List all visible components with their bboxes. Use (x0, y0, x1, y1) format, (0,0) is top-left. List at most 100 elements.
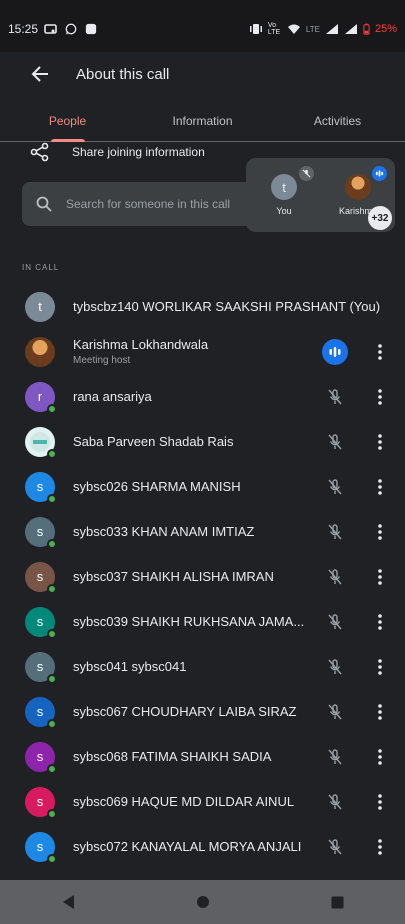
online-indicator (47, 538, 57, 549)
nav-recents-icon (331, 896, 344, 908)
nav-back-button[interactable] (48, 882, 88, 922)
participant-name: Karishma Lokhandwala (73, 337, 209, 352)
avatar: s (25, 651, 57, 684)
status-bar: 15:25 Vo LTE LTE 25% (0, 0, 405, 58)
mic-off-icon[interactable] (322, 609, 348, 635)
mic-off-icon[interactable] (322, 474, 348, 500)
nav-home-button[interactable] (183, 882, 223, 922)
online-indicator (47, 628, 57, 639)
nav-home-icon (196, 896, 209, 908)
search-icon (36, 196, 52, 212)
participant-row[interactable]: s sybsc067 CHOUDHARY LAIBA SIRAZ (0, 689, 405, 734)
mic-off-icon[interactable] (322, 654, 348, 680)
more-options-icon[interactable] (370, 384, 390, 410)
participant-row[interactable]: s sybsc033 KHAN ANAM IMTIAZ (0, 509, 405, 554)
participant-name: sybsc026 SHARMA MANISH (73, 479, 241, 494)
mic-off-icon[interactable] (322, 744, 348, 770)
participant-name: sybsc041 sybsc041 (73, 659, 187, 674)
mic-off-icon[interactable] (322, 699, 348, 725)
participant-row[interactable]: s sybsc039 SHAIKH RUKHSANA JAMA... (0, 599, 405, 644)
more-options-icon[interactable] (370, 609, 390, 635)
status-time: 15:25 (8, 22, 39, 36)
search-input[interactable] (66, 197, 246, 211)
cast-icon (44, 24, 57, 34)
back-button[interactable] (20, 54, 60, 94)
avatar: s (25, 696, 57, 729)
pip-avatar-you: t (271, 174, 297, 200)
avatar: s (25, 471, 57, 504)
battery-icon (363, 23, 370, 35)
more-options-icon[interactable] (370, 699, 390, 725)
vibrate-icon (249, 24, 262, 34)
mic-off-icon[interactable] (322, 519, 348, 545)
participant-row[interactable]: s sybsc072 KANAYALAL MORYA ANJALI (0, 824, 405, 869)
online-indicator (47, 493, 57, 504)
participant-name: sybsc037 SHAIKH ALISHA IMRAN (73, 569, 274, 584)
signal-icon (325, 24, 338, 34)
more-options-icon[interactable] (370, 429, 390, 455)
picture-in-picture-window[interactable]: t You Karishma +32 (246, 158, 395, 232)
nav-recents-button[interactable] (318, 882, 358, 922)
more-options-icon[interactable] (370, 564, 390, 590)
avatar: s (25, 741, 57, 774)
share-joining-info-label: Share joining information (72, 145, 205, 159)
page-title: About this call (76, 65, 170, 83)
more-options-icon[interactable] (370, 474, 390, 500)
avatar: s (25, 516, 57, 549)
volte-indicator: Vo LTE (267, 22, 281, 36)
participant-row[interactable]: Karishma Lokhandwala Meeting host (0, 329, 405, 374)
online-indicator (47, 583, 57, 594)
nav-back-icon (62, 895, 74, 909)
avatar: s (25, 606, 57, 639)
more-options-icon[interactable] (370, 339, 390, 365)
whatsapp-icon (65, 23, 77, 35)
mic-off-icon[interactable] (322, 429, 348, 455)
participant-name: tybscbz140 WORLIKAR SAAKSHI PRASHANT (Yo… (73, 299, 381, 314)
online-indicator (47, 448, 57, 459)
participant-row[interactable]: s sybsc037 SHAIKH ALISHA IMRAN (0, 554, 405, 599)
online-indicator (47, 718, 57, 729)
wifi-icon (287, 24, 300, 34)
online-indicator (47, 808, 57, 819)
online-indicator (47, 853, 57, 864)
more-options-icon[interactable] (370, 744, 390, 770)
participant-role: Meeting host (73, 355, 131, 366)
participant-row[interactable]: t tybscbz140 WORLIKAR SAAKSHI PRASHANT (Y… (0, 284, 405, 329)
tab-information[interactable]: Information (135, 100, 270, 141)
participant-row[interactable]: s sybsc026 SHARMA MANISH (0, 464, 405, 509)
avatar: s (25, 831, 57, 864)
more-options-icon[interactable] (370, 654, 390, 680)
mic-off-icon (299, 166, 314, 181)
notification-icon (85, 23, 97, 35)
tab-people[interactable]: People (0, 100, 135, 141)
tab-activities[interactable]: Activities (270, 100, 405, 141)
pip-avatar-karishma (345, 174, 371, 200)
mic-off-icon[interactable] (322, 789, 348, 815)
more-options-icon[interactable] (370, 519, 390, 545)
tab-bar: People Information Activities (0, 100, 405, 142)
participant-row[interactable]: s sybsc069 HAQUE MD DILDAR AINUL (0, 779, 405, 824)
more-participants-badge: +32 (368, 206, 392, 230)
more-options-icon[interactable] (370, 834, 390, 860)
app-bar: About this call (0, 52, 405, 96)
avatar (25, 336, 55, 367)
participant-row[interactable]: Saba Parveen Shadab Rais (0, 419, 405, 464)
mic-off-icon[interactable] (322, 564, 348, 590)
mic-off-icon[interactable] (322, 384, 348, 410)
search-box[interactable] (22, 182, 280, 226)
speaking-icon (372, 166, 387, 181)
participant-name: sybsc033 KHAN ANAM IMTIAZ (73, 524, 255, 539)
avatar: r (25, 381, 57, 414)
mic-off-icon[interactable] (322, 834, 348, 860)
battery-percent: 25% (374, 23, 397, 35)
lte-label: LTE (305, 24, 320, 34)
participant-name: sybsc072 KANAYALAL MORYA ANJALI (73, 839, 302, 854)
in-call-section-label: IN CALL (22, 263, 60, 272)
participant-row[interactable]: s sybsc068 FATIMA SHAIKH SADIA (0, 734, 405, 779)
avatar: t (25, 291, 55, 322)
participant-row[interactable]: s sybsc041 sybsc041 (0, 644, 405, 689)
share-icon (30, 142, 49, 162)
pip-tile-you: t You (254, 166, 314, 216)
participant-row[interactable]: r rana ansariya (0, 374, 405, 419)
more-options-icon[interactable] (370, 789, 390, 815)
